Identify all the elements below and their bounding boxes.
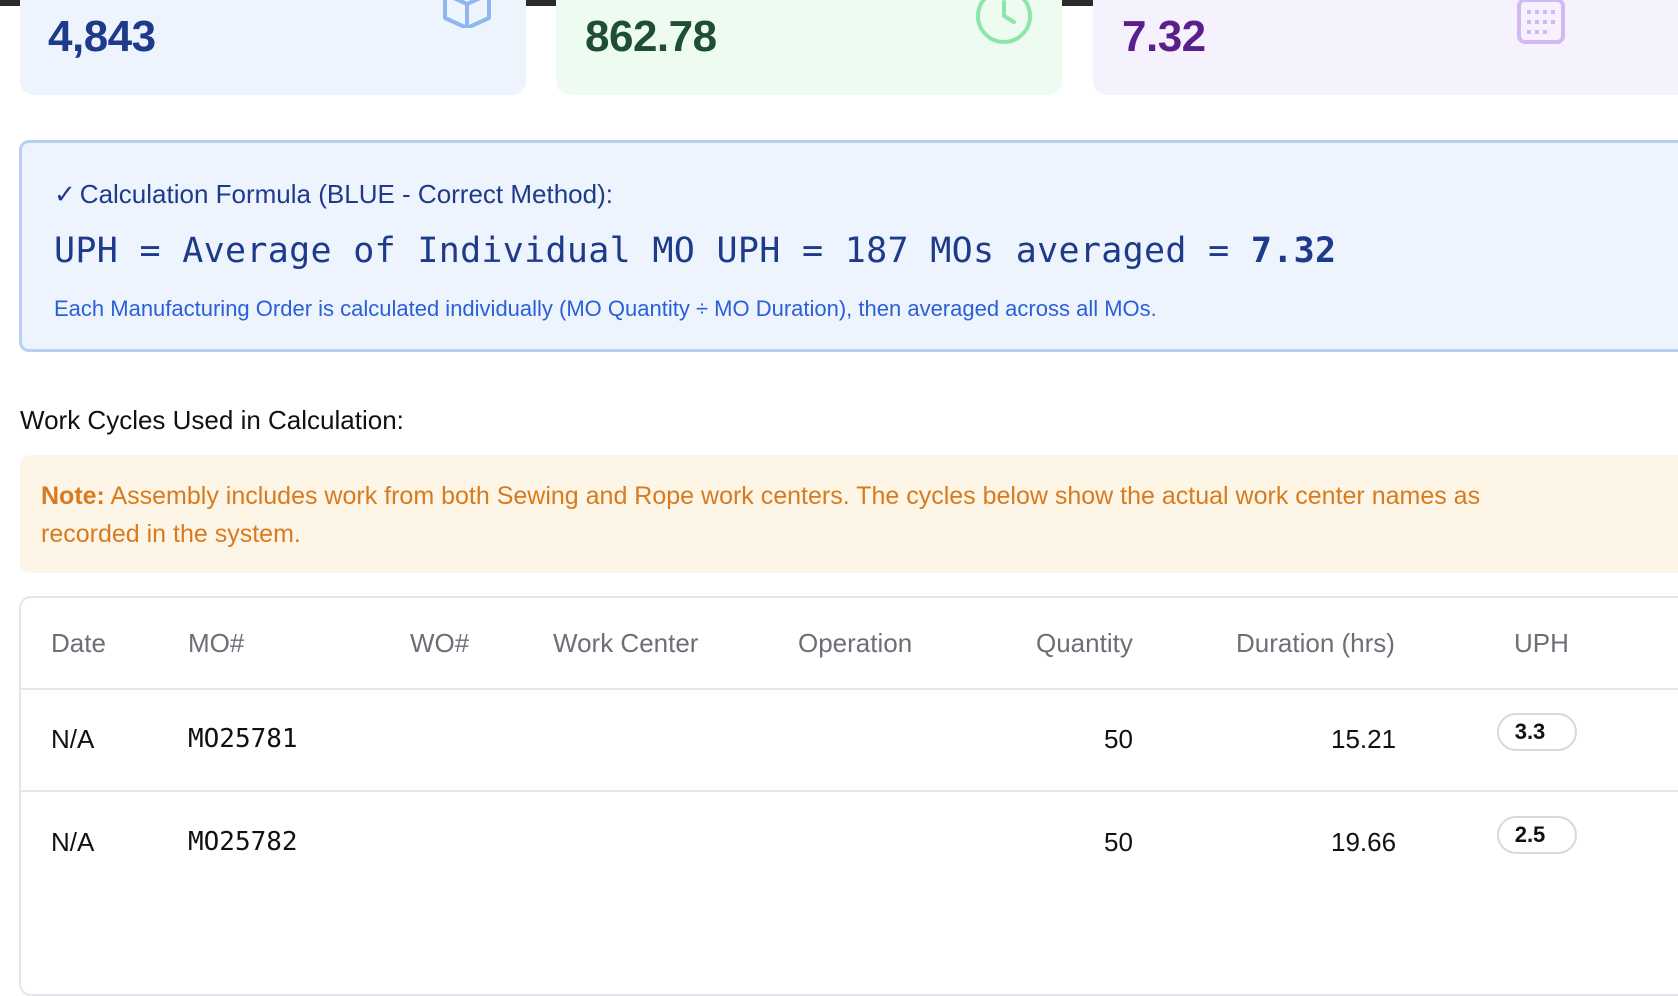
table-row[interactable]: N/A MO25781 50 15.21 3.3 xyxy=(21,688,1678,792)
column-header-date[interactable]: Date xyxy=(51,628,106,659)
stat-value: 4,843 xyxy=(48,12,156,61)
formula-description: Each Manufacturing Order is calculated i… xyxy=(54,296,1157,321)
column-header-mo[interactable]: MO# xyxy=(188,628,244,659)
section-title: Work Cycles Used in Calculation: xyxy=(20,405,404,435)
calendar-icon xyxy=(1516,0,1566,51)
column-header-operation[interactable]: Operation xyxy=(798,628,912,659)
note-body: Assembly includes work from both Sewing … xyxy=(41,482,1481,548)
note-text: Note: Assembly includes work from both S… xyxy=(41,477,1551,553)
column-header-uph[interactable]: UPH xyxy=(1514,628,1569,659)
box-icon xyxy=(439,0,495,33)
checkmark-icon: ✓ xyxy=(54,179,76,209)
cell-date: N/A xyxy=(51,827,95,857)
note-callout: Note: Assembly includes work from both S… xyxy=(20,455,1678,573)
table-row[interactable]: N/A MO25782 50 19.66 2.5 xyxy=(21,791,1678,893)
cell-duration: 15.21 xyxy=(1331,724,1397,754)
formula-title: ✓ Calculation Formula (BLUE - Correct Met… xyxy=(54,179,613,210)
stat-value: 862.78 xyxy=(585,12,717,61)
stat-card-average-uph: 7.32 xyxy=(1093,0,1678,95)
cell-quantity: 50 xyxy=(1104,724,1133,754)
formula-equation-text: UPH = Average of Individual MO UPH = 187… xyxy=(54,231,1251,271)
cell-quantity: 50 xyxy=(1104,827,1133,857)
uph-badge: 2.5 xyxy=(1497,816,1577,854)
note-label: Note: xyxy=(41,482,105,510)
uph-badge: 3.3 xyxy=(1497,713,1577,751)
column-header-work-center[interactable]: Work Center xyxy=(553,628,698,659)
calculation-formula-panel: ✓ Calculation Formula (BLUE - Correct Met… xyxy=(19,140,1678,352)
table-header-row: Date MO# WO# Work Center Operation Quant… xyxy=(21,598,1678,690)
column-header-wo[interactable]: WO# xyxy=(410,628,469,659)
column-header-duration[interactable]: Duration (hrs) xyxy=(1236,628,1395,659)
cell-date: N/A xyxy=(51,724,95,754)
formula-equation: UPH = Average of Individual MO UPH = 187… xyxy=(54,231,1336,271)
stat-card-total-quantity: 4,843 xyxy=(20,0,526,95)
formula-result: 7.32 xyxy=(1250,231,1337,271)
column-header-quantity[interactable]: Quantity xyxy=(1036,628,1133,659)
stat-card-total-hours: 862.78 xyxy=(556,0,1062,95)
cell-mo-number[interactable]: MO25782 xyxy=(188,827,298,857)
formula-title-text: Calculation Formula (BLUE - Correct Meth… xyxy=(79,179,613,209)
work-cycles-table: Date MO# WO# Work Center Operation Quant… xyxy=(19,596,1678,996)
cell-mo-number[interactable]: MO25781 xyxy=(188,724,298,754)
stat-value: 7.32 xyxy=(1122,12,1206,61)
clock-icon xyxy=(974,0,1034,51)
cell-duration: 19.66 xyxy=(1331,827,1397,857)
